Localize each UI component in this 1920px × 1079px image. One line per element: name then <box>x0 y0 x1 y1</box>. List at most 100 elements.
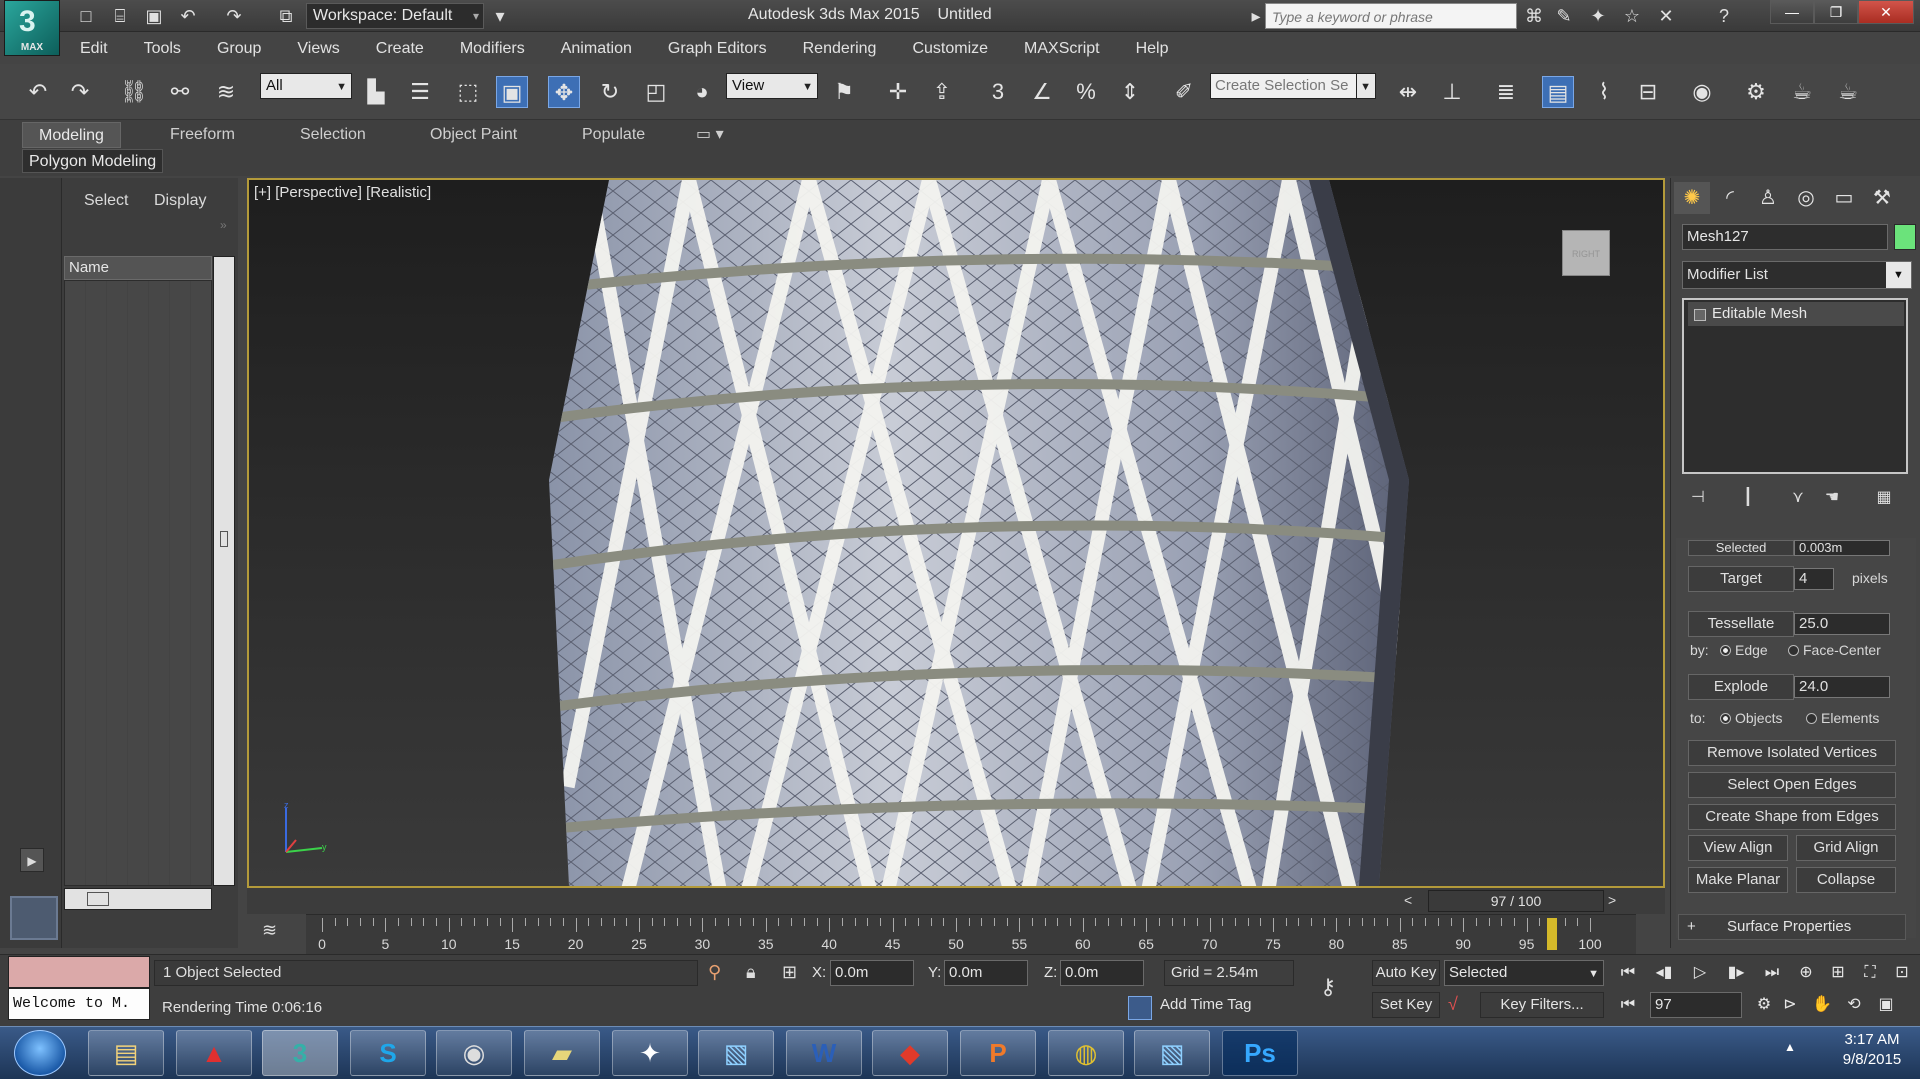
ribbon-options-icon[interactable]: ▭ ▾ <box>680 122 740 148</box>
lock-selection-icon[interactable]: 🔒︎ <box>746 962 756 983</box>
tray-clock[interactable]: 3:17 AM 9/8/2015 <box>1828 1030 1916 1070</box>
tab-modeling[interactable]: Modeling <box>22 122 121 148</box>
minimize-button[interactable]: — <box>1770 0 1814 24</box>
scene-tab-display[interactable]: Display <box>154 192 206 210</box>
zoom-extents-all-icon[interactable]: ⊡ <box>1888 960 1916 986</box>
configure-modifier-sets-icon[interactable]: ▦ <box>1872 486 1896 510</box>
folder-icon[interactable]: ▰ <box>524 1030 600 1076</box>
select-rotate-icon[interactable]: ↻ <box>594 76 626 108</box>
communication-icon[interactable]: ✦ <box>1586 4 1610 28</box>
time-slider-frame[interactable]: 97 / 100 <box>1428 890 1604 912</box>
search-input[interactable]: Type a keyword or phrase <box>1265 3 1517 29</box>
subscription-icon[interactable]: ✎ <box>1552 4 1576 28</box>
absolute-mode-icon[interactable]: ⊞ <box>782 962 797 983</box>
photos-icon[interactable]: ▧ <box>698 1030 774 1076</box>
next-frame-icon[interactable]: ▮▸ <box>1722 960 1750 986</box>
current-frame-field[interactable]: 97 <box>1650 992 1742 1018</box>
explode-angle-field[interactable]: 24.0 <box>1794 676 1890 698</box>
viewcube[interactable]: RIGHT <box>1562 230 1610 276</box>
explode-button[interactable]: Explode <box>1688 674 1794 700</box>
menu-group[interactable]: Group <box>199 34 279 64</box>
key-filters-button[interactable]: Key Filters... <box>1480 992 1604 1018</box>
undo-icon[interactable]: ↶ <box>176 4 200 28</box>
favorites-star-icon[interactable]: ☆ <box>1620 4 1644 28</box>
pin-stack-icon[interactable]: ⊣ <box>1686 486 1710 510</box>
maxscript-input[interactable]: Welcome to M. <box>8 988 150 1020</box>
render-production-icon[interactable]: ☕ <box>1832 76 1864 108</box>
make-planar-button[interactable]: Make Planar <box>1688 867 1788 893</box>
quick-access-menu-icon[interactable]: ▾ <box>488 4 512 28</box>
make-unique-icon[interactable]: ⋎ <box>1786 486 1810 510</box>
reference-coordinate-dropdown[interactable]: View <box>726 73 818 99</box>
new-file-icon[interactable]: □ <box>74 4 98 28</box>
menu-customize[interactable]: Customize <box>894 34 1006 64</box>
exchange-icon[interactable]: ✕ <box>1654 4 1678 28</box>
maxscript-listener-icon[interactable] <box>10 896 58 940</box>
y-coordinate-field[interactable]: 0.0m <box>944 960 1028 986</box>
scene-vertical-scrollbar[interactable] <box>213 256 235 886</box>
maximize-button[interactable]: ❐ <box>1814 0 1858 24</box>
menu-edit[interactable]: Edit <box>62 34 126 64</box>
redo-icon[interactable]: ↷ <box>64 76 96 108</box>
selection-filter-dropdown[interactable]: All <box>260 73 352 99</box>
auto-key-button[interactable]: Auto Key <box>1372 960 1440 986</box>
acrobat-icon[interactable]: ▲ <box>176 1030 252 1076</box>
go-to-end-icon[interactable]: ⏭ <box>1758 960 1786 986</box>
menu-maxscript[interactable]: MAXScript <box>1006 34 1118 64</box>
scroll-thumb[interactable] <box>220 531 228 547</box>
create-shape-from-edges-button[interactable]: Create Shape from Edges <box>1688 804 1896 830</box>
tab-populate[interactable]: Populate <box>566 122 661 148</box>
align-icon[interactable]: ⊥ <box>1436 76 1468 108</box>
by-edge-radio[interactable]: Edge <box>1720 642 1768 658</box>
help-icon[interactable]: ? <box>1712 4 1736 28</box>
viewport-label[interactable]: [+] [Perspective] [Realistic] <box>254 184 431 201</box>
play-animation-icon[interactable]: ▷ <box>1686 960 1714 986</box>
bind-space-warp-icon[interactable]: ≋ <box>210 76 242 108</box>
isolate-selection-icon[interactable]: ⚲ <box>708 962 721 983</box>
go-to-start-icon[interactable]: ⏮ <box>1614 960 1642 986</box>
hierarchy-tab-icon[interactable]: ♙ <box>1750 182 1786 214</box>
undo-icon[interactable]: ↶ <box>22 76 54 108</box>
grid-align-button[interactable]: Grid Align <box>1796 835 1896 861</box>
surface-properties-rollout[interactable]: Surface Properties <box>1678 914 1906 940</box>
menu-help[interactable]: Help <box>1118 34 1187 64</box>
show-end-result-icon[interactable]: ┃ <box>1736 486 1760 510</box>
window-crossing-icon[interactable]: ▣ <box>496 76 528 108</box>
zoom-extents-icon[interactable]: ⛶ <box>1856 960 1884 986</box>
zoom-all-icon[interactable]: ⊞ <box>1824 960 1852 986</box>
object-color-swatch[interactable] <box>1894 224 1916 250</box>
snaps-toggle-icon[interactable]: 3 <box>982 76 1014 108</box>
powerpoint-icon[interactable]: P <box>960 1030 1036 1076</box>
select-by-name-icon[interactable]: ☰ <box>404 76 436 108</box>
maximize-viewport-icon[interactable]: ▣ <box>1872 992 1900 1018</box>
pan-view-icon[interactable]: ✋ <box>1808 992 1836 1018</box>
tessellate-tension-field[interactable]: 25.0 <box>1794 613 1890 635</box>
hscroll-thumb[interactable] <box>87 892 109 906</box>
motion-tab-icon[interactable]: ◎ <box>1788 182 1824 214</box>
select-manipulate-icon[interactable]: ✛ <box>882 76 914 108</box>
target-pixels-field[interactable]: 4 <box>1794 568 1834 590</box>
scene-object-list[interactable] <box>64 280 212 886</box>
photo-viewer-icon[interactable]: ▧ <box>1134 1030 1210 1076</box>
current-time-marker[interactable] <box>1546 918 1557 950</box>
select-object-icon[interactable]: ▙ <box>360 76 392 108</box>
select-scale-icon[interactable]: ◰ <box>640 76 672 108</box>
play-icon[interactable]: ▶ <box>20 848 44 872</box>
angle-snap-icon[interactable]: ∠ <box>1026 76 1058 108</box>
selected-weld-threshold[interactable]: 0.003m <box>1794 540 1890 556</box>
polygon-modeling-panel[interactable]: Polygon Modeling <box>22 149 164 173</box>
explorer-icon[interactable]: ▤ <box>88 1030 164 1076</box>
maxscript-output[interactable] <box>8 956 150 988</box>
modifier-list-dropdown[interactable]: Modifier List <box>1682 261 1912 289</box>
schematic-view-icon[interactable]: ⊟ <box>1632 76 1664 108</box>
key-mode-dropdown[interactable]: Selected <box>1444 960 1604 986</box>
mini-curve-editor-icon[interactable]: ≋ <box>262 920 292 946</box>
use-pivot-center-icon[interactable]: ⚑ <box>828 76 860 108</box>
unlink-icon[interactable]: ⚯ <box>164 76 196 108</box>
project-folder-icon[interactable]: ⧉ <box>274 4 298 28</box>
to-objects-radio[interactable]: Objects <box>1720 710 1782 726</box>
scene-tab-select[interactable]: Select <box>84 192 128 210</box>
app-logo-button[interactable]: 3 MAX <box>4 0 60 56</box>
named-selection-set-input[interactable]: Create Selection Se <box>1210 73 1374 99</box>
redo-icon[interactable]: ↷ <box>222 4 246 28</box>
